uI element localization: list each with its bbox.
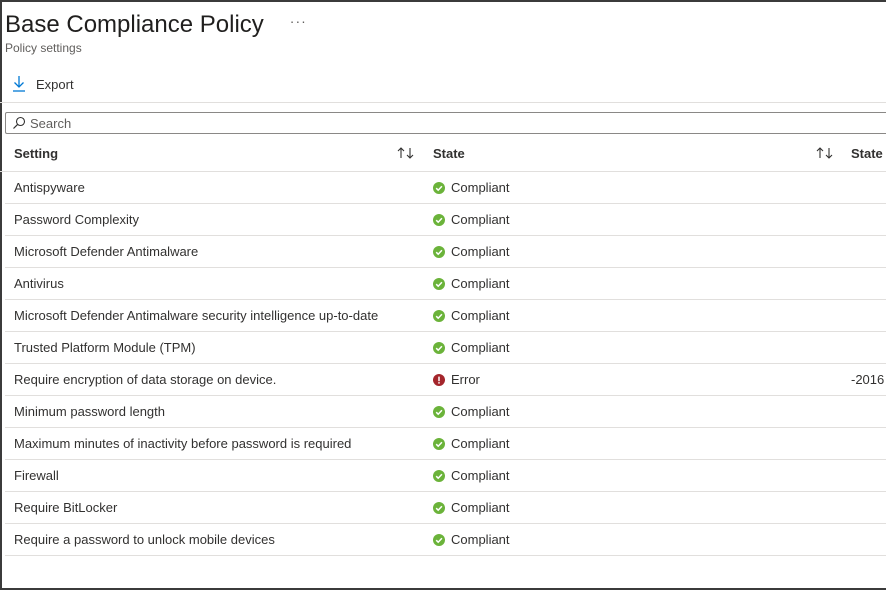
state-detail: -2016 [851,372,885,387]
setting-name: Firewall [14,468,59,483]
table-row[interactable]: Antispyware Compliant [5,172,886,204]
table-row[interactable]: Require BitLocker Compliant [5,492,886,524]
setting-name: Antispyware [14,180,85,195]
setting-name: Password Complexity [14,212,139,227]
state-cell: Compliant [433,204,510,235]
state-label: Compliant [451,500,510,515]
setting-name: Minimum password length [14,404,166,419]
search-input[interactable] [30,114,830,132]
table-row[interactable]: Require a password to unlock mobile devi… [5,524,886,556]
checkmark-icon [433,501,445,514]
setting-name: Require encryption of data storage on de… [14,372,277,387]
state-label: Compliant [451,244,510,259]
table-row[interactable]: Trusted Platform Module (TPM) Compliant [5,332,886,364]
table-row[interactable]: Antivirus Compliant [5,268,886,300]
more-options-button[interactable]: ··· [290,11,307,31]
state-cell: Compliant [433,332,510,363]
setting-name: Trusted Platform Module (TPM) [14,340,196,355]
table-row[interactable]: Require encryption of data storage on de… [5,364,886,396]
checkmark-icon [433,277,445,290]
state-cell: Compliant [433,172,510,203]
state-label: Compliant [451,180,510,195]
setting-name: Microsoft Defender Antimalware security … [14,308,379,323]
state-cell: Compliant [433,460,510,491]
settings-table: Setting State State Antispyware Compliant… [0,137,886,556]
table-row[interactable]: Microsoft Defender Antimalware security … [5,300,886,332]
checkmark-icon [433,181,445,194]
page-title: Base Compliance Policy [5,11,264,38]
state-label: Compliant [451,308,510,323]
search-icon [6,116,26,130]
table-row[interactable]: Minimum password length Compliant [5,396,886,428]
title-row: Base Compliance Policy ··· [5,8,307,42]
state-label: Error [451,372,480,387]
state-cell: Compliant [433,236,510,267]
table-row[interactable]: Password Complexity Compliant [5,204,886,236]
error-icon [433,373,445,386]
state-cell: Error [433,364,480,395]
table-row[interactable]: Firewall Compliant [5,460,886,492]
checkmark-icon [433,533,445,546]
export-button[interactable]: Export [11,72,74,96]
column-header-setting[interactable]: Setting [14,137,58,171]
state-cell: Compliant [433,428,510,459]
state-cell: Compliant [433,492,510,523]
column-header-state-2[interactable]: State [851,137,883,171]
state-label: Compliant [451,404,510,419]
setting-name: Antivirus [14,276,64,291]
export-label: Export [36,76,74,92]
download-icon [11,75,27,93]
state-label: Compliant [451,436,510,451]
checkmark-icon [433,405,445,418]
setting-name: Require BitLocker [14,500,118,515]
sort-icon[interactable] [397,146,415,160]
sort-icon[interactable] [816,146,834,160]
checkmark-icon [433,309,445,322]
setting-name: Require a password to unlock mobile devi… [14,532,275,547]
setting-name: Microsoft Defender Antimalware [14,244,199,259]
table-row[interactable]: Maximum minutes of inactivity before pas… [5,428,886,460]
table-row[interactable]: Microsoft Defender Antimalware Compliant [5,236,886,268]
state-label: Compliant [451,532,510,547]
setting-name: Maximum minutes of inactivity before pas… [14,436,352,451]
state-cell: Compliant [433,396,510,427]
table-header: Setting State State [0,137,886,172]
page-subtitle: Policy settings [5,41,82,55]
search-box[interactable] [5,112,886,134]
checkmark-icon [433,245,445,258]
state-label: Compliant [451,276,510,291]
checkmark-icon [433,213,445,226]
state-cell: Compliant [433,524,510,555]
state-label: Compliant [451,468,510,483]
column-header-state[interactable]: State [433,137,465,171]
table-body: Antispyware Compliant Password Complexity C… [0,172,886,556]
checkmark-icon [433,437,445,450]
state-label: Compliant [451,212,510,227]
command-bar: Export [0,66,886,103]
checkmark-icon [433,341,445,354]
state-label: Compliant [451,340,510,355]
state-cell: Compliant [433,300,510,331]
state-cell: Compliant [433,268,510,299]
checkmark-icon [433,469,445,482]
